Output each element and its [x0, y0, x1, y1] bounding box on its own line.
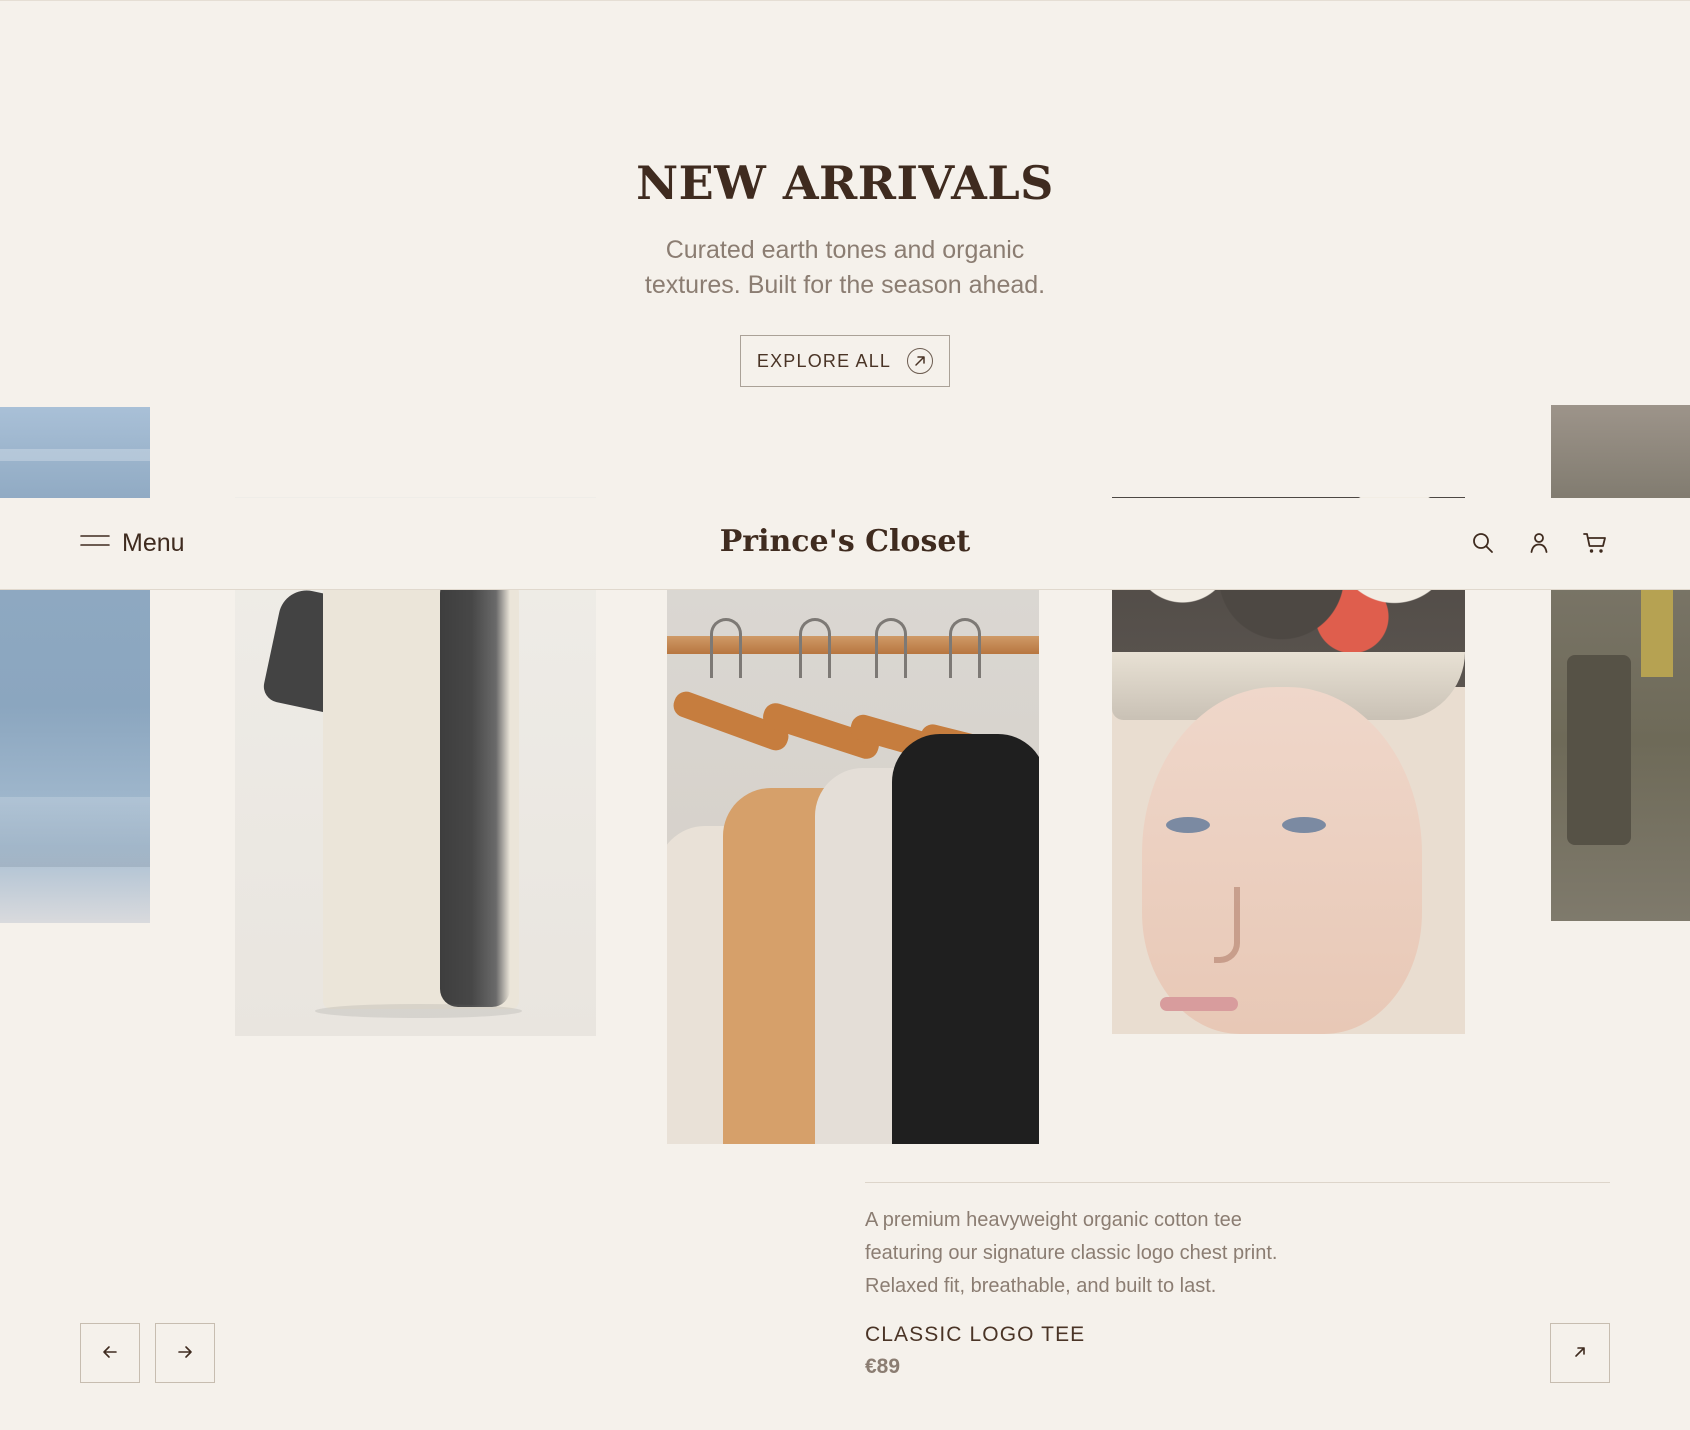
brand-logo[interactable]: Prince's Closet: [0, 524, 1690, 559]
hamburger-menu-icon: [80, 530, 110, 557]
hanger-hook: [799, 618, 831, 678]
jeans-fold: [0, 797, 150, 867]
user-icon[interactable]: [1524, 528, 1554, 558]
right-eye: [1282, 817, 1326, 833]
menu-label: Menu: [122, 528, 185, 557]
search-icon[interactable]: [1468, 528, 1498, 558]
tee-shadow: [315, 1004, 522, 1018]
yellow-garment: [1641, 589, 1673, 677]
denim-jeans-photo[interactable]: [0, 407, 150, 923]
street-style-photo[interactable]: [1551, 405, 1690, 921]
header-actions: [1468, 528, 1610, 558]
model-nose: [1214, 887, 1240, 963]
tee-stripe: [440, 575, 510, 1007]
site-header: Menu Prince's Closet: [0, 498, 1690, 590]
menu-button[interactable]: Menu: [80, 526, 185, 560]
model-mouth: [1160, 997, 1238, 1011]
black-shirt: [892, 734, 1039, 1144]
person-legs: [1567, 655, 1631, 845]
left-eye: [1166, 817, 1210, 833]
hanger-hook: [710, 618, 742, 678]
tshirts-on-hangers-photo[interactable]: [667, 590, 1039, 1144]
product-gallery: [0, 1, 1690, 1430]
hanger-hook: [949, 618, 981, 678]
hanger-hook: [875, 618, 907, 678]
new-arrivals-page: NEW ARRIVALS Curated earth tones and org…: [0, 0, 1690, 1430]
jeans-seam: [0, 449, 150, 461]
model-face: [1142, 687, 1422, 1034]
cart-icon[interactable]: [1580, 528, 1610, 558]
